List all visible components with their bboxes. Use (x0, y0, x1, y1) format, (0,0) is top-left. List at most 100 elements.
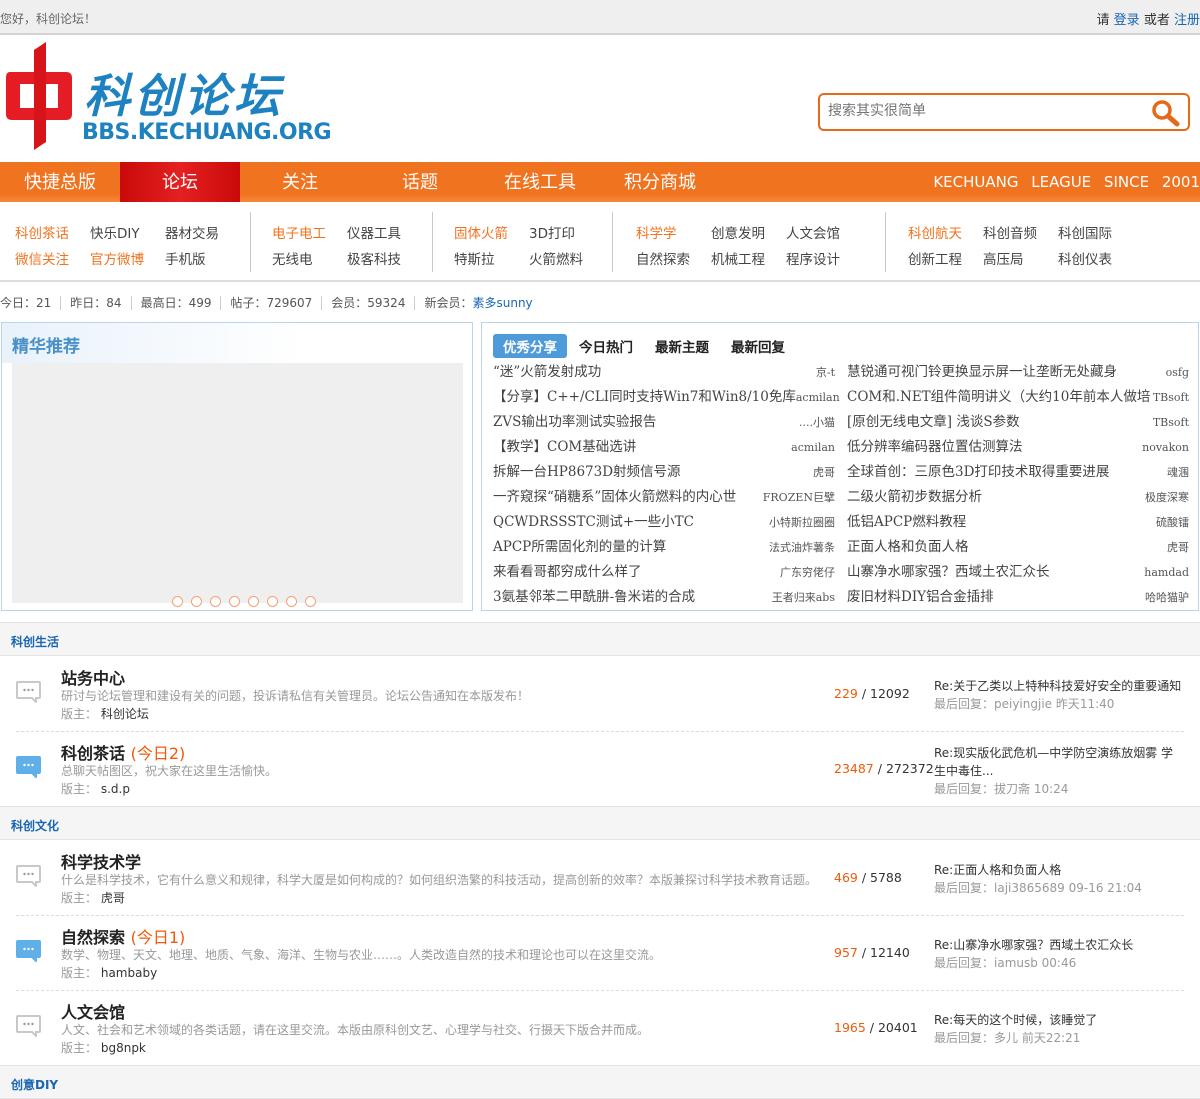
nav-topics[interactable]: 话题 (360, 162, 480, 202)
slide-dot[interactable] (248, 596, 259, 607)
quick-link[interactable]: 微信关注 (15, 248, 69, 268)
hot-thread-author[interactable]: TBsoft (1153, 385, 1189, 410)
quick-link[interactable]: 器材交易 (165, 222, 219, 242)
quick-link[interactable]: 手机版 (165, 248, 206, 268)
moderator-name[interactable]: hambaby (101, 966, 157, 980)
hot-thread-author[interactable]: 小特斯拉圈圈 (769, 510, 835, 535)
hot-thread-author[interactable]: osfg (1166, 360, 1189, 385)
hot-thread-title[interactable]: 【教学】COM基础选讲 (493, 435, 636, 460)
nav-forum[interactable]: 论坛 (120, 162, 240, 202)
forum-title[interactable]: 站务中心 (61, 665, 125, 689)
section-header[interactable]: 科创文化 (0, 806, 1200, 840)
quick-link[interactable]: 科创航天 (908, 222, 962, 242)
quick-link[interactable]: 固体火箭 (454, 222, 508, 242)
forum-name[interactable]: 科学技术学 (61, 853, 141, 872)
quick-link[interactable]: 3D打印 (529, 222, 575, 242)
quick-link[interactable]: 电子电工 (272, 222, 326, 242)
nav-follow[interactable]: 关注 (240, 162, 360, 202)
tab-newest[interactable]: 最新主题 (645, 334, 719, 358)
quick-link[interactable]: 科创国际 (1058, 222, 1112, 242)
last-post-title[interactable]: Re:现实版化武危机—中学防空演练放烟雾 学生中毒住... (934, 744, 1184, 780)
featured-slideshow[interactable] (12, 363, 463, 607)
hot-thread-author[interactable]: 极度深寒 (1145, 485, 1189, 510)
register-link[interactable]: 注册 (1174, 13, 1200, 28)
quick-link[interactable]: 创意发明 (711, 222, 765, 242)
quick-link[interactable]: 高压局 (983, 248, 1024, 268)
hot-thread-title[interactable]: [原创无线电文章] 浅谈S参数 (847, 410, 1020, 435)
forum-title[interactable]: 人文会馆 (61, 999, 125, 1023)
slide-dot[interactable] (172, 596, 183, 607)
newmember-link[interactable]: 素多sunny (472, 296, 532, 310)
hot-thread-title[interactable]: 废旧材料DIY铝合金插排 (847, 585, 994, 610)
hot-thread-title[interactable]: 慧锐通可视门铃更换显示屏一让垄断无处藏身 (847, 360, 1117, 385)
hot-thread-author[interactable]: FROZEN巨擘 (763, 485, 835, 510)
hot-thread-title[interactable]: 来看看哥都穷成什么样了 (493, 560, 642, 585)
hot-thread-title[interactable]: 低铝APCP燃料教程 (847, 510, 966, 535)
last-post-title[interactable]: Re:关于乙类以上特种科技爱好安全的重要通知 (934, 677, 1184, 695)
hot-thread-author[interactable]: TBsoft (1153, 410, 1189, 435)
login-link[interactable]: 登录 (1114, 13, 1140, 28)
quick-link[interactable]: 科创音频 (983, 222, 1037, 242)
hot-thread-author[interactable]: hamdad (1144, 560, 1189, 585)
quick-link[interactable]: 官方微博 (90, 248, 144, 268)
quick-link[interactable]: 人文会馆 (786, 222, 840, 242)
quick-link[interactable]: 科创仪表 (1058, 248, 1112, 268)
forum-name[interactable]: 站务中心 (61, 669, 125, 688)
hot-thread-title[interactable]: 【分享】C++/CLI同时支持Win7和Win8/10免库 (493, 385, 796, 410)
hot-thread-author[interactable]: 京-t (816, 360, 835, 385)
search-icon[interactable] (1150, 99, 1180, 127)
moderator-name[interactable]: s.d.p (101, 782, 130, 796)
nav-tools[interactable]: 在线工具 (480, 162, 600, 202)
quick-link[interactable]: 创新工程 (908, 248, 962, 268)
hot-thread-title[interactable]: ZVS输出功率测试实验报告 (493, 410, 656, 435)
hot-thread-author[interactable]: 广东穷佬仔 (780, 560, 835, 585)
hot-thread-author[interactable]: 虎哥 (1167, 535, 1189, 560)
forum-name[interactable]: 自然探索 (61, 928, 125, 947)
hot-thread-title[interactable]: COM和.NET组件简明讲义（大约10年前本人做培 (847, 385, 1150, 410)
search-input[interactable] (828, 103, 1128, 119)
hot-thread-title[interactable]: 3氨基邻苯二甲酰肼-鲁米诺的合成 (493, 585, 695, 610)
hot-thread-title[interactable]: “迷”火箭发射成功 (493, 360, 601, 385)
forum-name[interactable]: 科创茶话 (61, 744, 125, 763)
tab-excellent[interactable]: 优秀分享 (493, 334, 567, 358)
quick-link[interactable]: 无线电 (272, 248, 313, 268)
nav-shop[interactable]: 积分商城 (600, 162, 720, 202)
section-header[interactable]: 创意DIY (0, 1065, 1200, 1099)
forum-name[interactable]: 人文会馆 (61, 1003, 125, 1022)
hot-thread-author[interactable]: acmilan (791, 435, 835, 460)
hot-thread-author[interactable]: ....小猫 (799, 410, 835, 435)
slide-dot[interactable] (267, 596, 278, 607)
hot-thread-title[interactable]: 拆解一台HP8673D射频信号源 (493, 460, 681, 485)
hot-thread-title[interactable]: 一齐窥探“硝糖系”固体火箭燃料的内心世 (493, 485, 736, 510)
last-post-title[interactable]: Re:山寨净水哪家强？西域土农汇众长 (934, 936, 1184, 954)
forum-title[interactable]: 科学技术学 (61, 849, 141, 873)
quick-link[interactable]: 科创茶话 (15, 222, 69, 242)
slide-dot[interactable] (305, 596, 316, 607)
hot-thread-title[interactable]: APCP所需固化剂的量的计算 (493, 535, 666, 560)
slide-dot[interactable] (286, 596, 297, 607)
hot-thread-author[interactable]: 法式油炸薯条 (769, 535, 835, 560)
quick-link[interactable]: 仪器工具 (347, 222, 401, 242)
hot-thread-author[interactable]: 虎哥 (813, 460, 835, 485)
last-post-title[interactable]: Re:正面人格和负面人格 (934, 861, 1184, 879)
quick-link[interactable]: 特斯拉 (454, 248, 495, 268)
quick-link[interactable]: 程序设计 (786, 248, 840, 268)
hot-thread-author[interactable]: 哈哈猫驴 (1145, 585, 1189, 610)
hot-thread-title[interactable]: 正面人格和负面人格 (847, 535, 969, 560)
tab-latest-reply[interactable]: 最新回复 (721, 334, 795, 358)
nav-quick[interactable]: 快捷总版 (0, 162, 120, 202)
hot-thread-author[interactable]: acmilan (796, 385, 840, 410)
moderator-name[interactable]: 科创论坛 (101, 707, 149, 721)
tab-today-hot[interactable]: 今日热门 (569, 334, 643, 358)
quick-link[interactable]: 机械工程 (711, 248, 765, 268)
quick-link[interactable]: 快乐DIY (90, 222, 140, 242)
quick-link[interactable]: 自然探索 (636, 248, 690, 268)
forum-title[interactable]: 自然探索 (今日1) (61, 924, 185, 948)
hot-thread-title[interactable]: 二级火箭初步数据分析 (847, 485, 982, 510)
section-header[interactable]: 科创生活 (0, 622, 1200, 656)
hot-thread-title[interactable]: QCWDRSSSTC测试+一些小TC (493, 510, 694, 535)
moderator-name[interactable]: 虎哥 (101, 891, 125, 905)
slide-dot[interactable] (191, 596, 202, 607)
hot-thread-author[interactable]: 魂涠 (1167, 460, 1189, 485)
hot-thread-author[interactable]: 硫酸镭 (1156, 510, 1189, 535)
